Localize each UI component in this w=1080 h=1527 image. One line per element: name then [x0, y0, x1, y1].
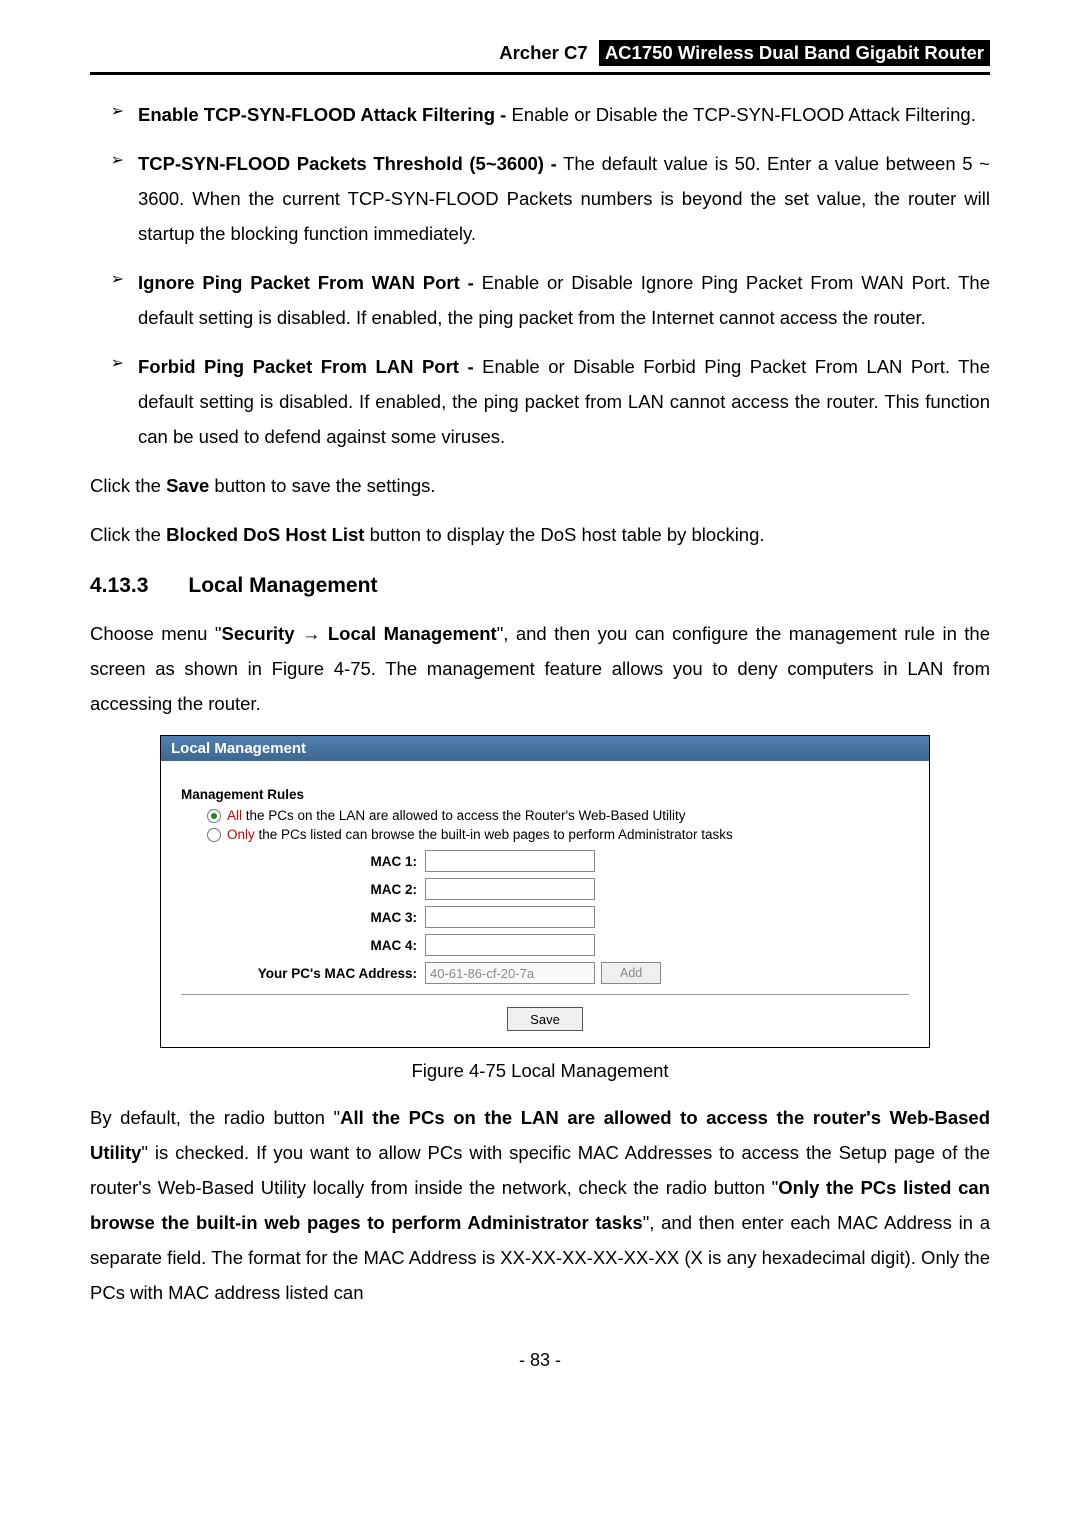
- radio-label: Only the PCs listed can browse the built…: [227, 827, 733, 842]
- mac-label: MAC 4:: [181, 938, 425, 953]
- mac-label: MAC 2:: [181, 882, 425, 897]
- page-header: Archer C7 AC1750 Wireless Dual Band Giga…: [90, 40, 990, 75]
- management-rules-title: Management Rules: [181, 787, 909, 802]
- mac-input-4[interactable]: [425, 934, 595, 956]
- radio-icon: [207, 828, 221, 842]
- mac-input-2[interactable]: [425, 878, 595, 900]
- chevron-right-icon: ➢: [100, 349, 124, 454]
- chevron-right-icon: ➢: [100, 146, 124, 251]
- list-item: ➢ Enable TCP-SYN-FLOOD Attack Filtering …: [100, 97, 990, 132]
- figure-local-management: Local Management Management Rules All th…: [160, 735, 930, 1048]
- your-pc-mac-label: Your PC's MAC Address:: [181, 966, 425, 981]
- radio-allow-all[interactable]: All the PCs on the LAN are allowed to ac…: [207, 808, 909, 823]
- mac-input-3[interactable]: [425, 906, 595, 928]
- mac-row-1: MAC 1:: [181, 850, 909, 872]
- mac-label: MAC 3:: [181, 910, 425, 925]
- mac-form: MAC 1: MAC 2: MAC 3: MAC 4: Your PC's MA…: [181, 850, 909, 984]
- figure-caption: Figure 4-75 Local Management: [90, 1060, 990, 1082]
- list-item: ➢ TCP-SYN-FLOOD Packets Threshold (5~360…: [100, 146, 990, 251]
- add-button[interactable]: Add: [601, 962, 661, 984]
- chevron-right-icon: ➢: [100, 265, 124, 335]
- your-pc-mac-input: [425, 962, 595, 984]
- figure-body: Management Rules All the PCs on the LAN …: [161, 761, 929, 1047]
- page-number: - 83 -: [90, 1350, 990, 1371]
- bullet-text: Ignore Ping Packet From WAN Port - Enabl…: [138, 265, 990, 335]
- figure-title-bar: Local Management: [161, 736, 929, 761]
- list-item: ➢ Ignore Ping Packet From WAN Port - Ena…: [100, 265, 990, 335]
- mac-label: MAC 1:: [181, 854, 425, 869]
- save-button[interactable]: Save: [507, 1007, 583, 1031]
- closing-paragraph: By default, the radio button "All the PC…: [90, 1100, 990, 1310]
- header-product: AC1750 Wireless Dual Band Gigabit Router: [599, 40, 990, 66]
- your-pc-mac-row: Your PC's MAC Address: Add: [181, 962, 909, 984]
- save-row: Save: [181, 994, 909, 1043]
- bullet-text: Enable TCP-SYN-FLOOD Attack Filtering - …: [138, 97, 990, 132]
- chevron-right-icon: ➢: [100, 97, 124, 132]
- mac-input-1[interactable]: [425, 850, 595, 872]
- bullet-text: Forbid Ping Packet From LAN Port - Enabl…: [138, 349, 990, 454]
- list-item: ➢ Forbid Ping Packet From LAN Port - Ena…: [100, 349, 990, 454]
- radio-icon: [207, 809, 221, 823]
- mac-row-4: MAC 4:: [181, 934, 909, 956]
- bullet-list: ➢ Enable TCP-SYN-FLOOD Attack Filtering …: [100, 97, 990, 454]
- mac-row-2: MAC 2:: [181, 878, 909, 900]
- bullet-text: TCP-SYN-FLOOD Packets Threshold (5~3600)…: [138, 146, 990, 251]
- section-title: Local Management: [188, 574, 377, 597]
- section-number: 4.13.3: [90, 574, 148, 598]
- paragraph-blocked: Click the Blocked DoS Host List button t…: [90, 517, 990, 552]
- intro-paragraph: Choose menu "Security → Local Management…: [90, 616, 990, 721]
- mac-row-3: MAC 3:: [181, 906, 909, 928]
- header-model: Archer C7: [499, 42, 593, 64]
- section-heading: 4.13.3 Local Management: [90, 574, 990, 598]
- radio-label: All the PCs on the LAN are allowed to ac…: [227, 808, 686, 823]
- paragraph-save: Click the Save button to save the settin…: [90, 468, 990, 503]
- radio-only-listed[interactable]: Only the PCs listed can browse the built…: [207, 827, 909, 842]
